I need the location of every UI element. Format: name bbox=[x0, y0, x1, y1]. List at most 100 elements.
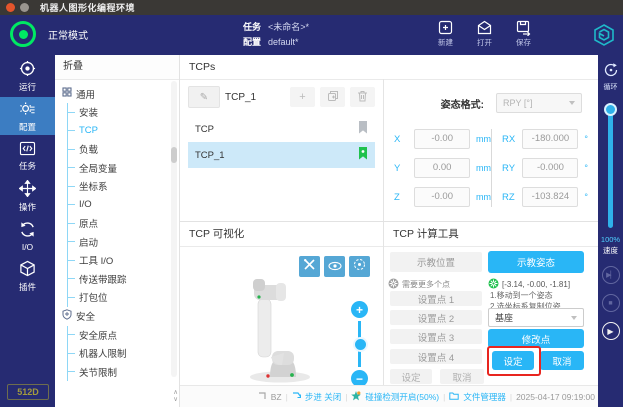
tree-item[interactable]: 启动 bbox=[68, 233, 179, 252]
speed-label: 速度 bbox=[603, 245, 618, 256]
tree-scrollbar-track[interactable] bbox=[171, 81, 177, 377]
new-task-button[interactable]: 新建 bbox=[437, 19, 454, 48]
tree-item[interactable]: 坐标系 bbox=[68, 177, 179, 196]
speed-slider[interactable] bbox=[608, 106, 613, 228]
modify-point-button[interactable]: 修改点 bbox=[488, 329, 584, 348]
confirm-button[interactable]: 设定 bbox=[492, 351, 534, 370]
teach-position-tab[interactable]: 示教位置 bbox=[390, 252, 482, 272]
statusbar: BZ | 步进 关闭 | 碰撞检测开启(50%) | 文件管理器 | 2025-… bbox=[180, 385, 598, 407]
tree-item[interactable]: 安装 bbox=[68, 103, 179, 122]
minimize-icon[interactable] bbox=[20, 3, 29, 12]
loop-toggle[interactable]: 循环 bbox=[603, 62, 619, 92]
sidebar-item-run[interactable]: 运行 bbox=[0, 57, 55, 95]
chevron-down-icon bbox=[571, 316, 577, 320]
loop-label: 循环 bbox=[604, 82, 618, 92]
set-point-3-button[interactable]: 设置点 3 bbox=[390, 329, 482, 344]
rename-button[interactable]: ✎ bbox=[188, 86, 220, 108]
pose-format-label: 姿态格式: bbox=[441, 96, 484, 111]
visualization-viewport[interactable]: + − bbox=[180, 247, 383, 386]
sidebar-item-io[interactable]: I/O bbox=[0, 217, 55, 255]
tree-scrollbar-thumb[interactable] bbox=[171, 147, 177, 163]
set-point-2-button[interactable]: 设置点 2 bbox=[390, 310, 482, 325]
tree-group-row-general[interactable]: 通用 bbox=[62, 84, 179, 103]
frame-dropdown[interactable]: 基座 bbox=[488, 308, 584, 327]
x-field[interactable]: -0.00 bbox=[414, 129, 470, 149]
tree-item[interactable]: 机器人限制 bbox=[68, 344, 179, 363]
step-mode-icon bbox=[292, 392, 301, 402]
y-field[interactable]: 0.00 bbox=[414, 158, 470, 178]
tcp-edit-row: ✎ TCP_1 + bbox=[188, 86, 375, 108]
pose-format-dropdown[interactable]: RPY [°] bbox=[496, 93, 582, 113]
tree-collapse-header[interactable]: 折叠 bbox=[55, 55, 179, 80]
tree-item[interactable]: 传送带跟踪 bbox=[68, 270, 179, 289]
header-actions: 新建 打开 保存 bbox=[437, 19, 532, 48]
speed-value: 100% bbox=[601, 235, 620, 244]
tcp-row-tcp1[interactable]: TCP_1 bbox=[188, 142, 375, 168]
code-icon bbox=[19, 141, 36, 158]
scroll-down-icon[interactable]: ∨ bbox=[173, 397, 178, 403]
calc-content: 示教位置 示教姿态 需要更多个点 [-3.14, -0.00, -1.81] 设… bbox=[384, 247, 598, 386]
save-button[interactable]: 保存 bbox=[515, 19, 532, 48]
zoom-track[interactable] bbox=[358, 321, 361, 367]
io-cycle-icon bbox=[19, 221, 36, 240]
zoom-handle[interactable] bbox=[353, 337, 368, 352]
tcp-name-field[interactable]: TCP_1 bbox=[225, 92, 285, 103]
calc-panel-title: TCP 计算工具 bbox=[384, 222, 598, 247]
rx-field[interactable]: -180.000 bbox=[522, 129, 578, 149]
teach-pose-tab[interactable]: 示教姿态 bbox=[488, 251, 584, 273]
set-point-1-button[interactable]: 设置点 1 bbox=[390, 291, 482, 306]
copy-tcp-button[interactable] bbox=[320, 87, 345, 107]
hint-line-1: 1.移动到一个姿态 bbox=[490, 290, 553, 301]
footer-cancel-button[interactable]: 取消 bbox=[440, 369, 484, 384]
close-icon[interactable] bbox=[6, 3, 15, 12]
config-label: 配置 bbox=[243, 37, 261, 47]
collision-detect-status[interactable]: 碰撞检测开启(50%) bbox=[365, 391, 439, 403]
sidebar-item-config[interactable]: 配置 bbox=[0, 97, 55, 135]
tree-item[interactable]: TCP bbox=[68, 122, 179, 141]
right-sidebar: 循环 100% 速度 ▶▏ ■ ▶ bbox=[598, 55, 623, 407]
tree-group-row-safety[interactable]: 安全 bbox=[62, 307, 179, 326]
bookmark-icon bbox=[358, 121, 368, 137]
tree-item[interactable]: 打包位 bbox=[68, 288, 179, 307]
add-tcp-button[interactable]: + bbox=[290, 87, 315, 107]
play-button[interactable]: ▶ bbox=[602, 322, 620, 340]
loop-icon bbox=[603, 62, 619, 80]
sidebar-item-plugin[interactable]: 插件 bbox=[0, 257, 55, 295]
tree-item[interactable]: 原点 bbox=[68, 214, 179, 233]
stop-button[interactable]: ■ bbox=[602, 294, 620, 312]
coord-row-ry: RY -0.000 ° bbox=[502, 158, 588, 178]
tree-item[interactable]: 工具 I/O bbox=[68, 251, 179, 270]
mode-indicator: 正常模式 bbox=[10, 21, 88, 47]
copy-icon bbox=[327, 90, 339, 105]
tree-item[interactable]: 负载 bbox=[68, 140, 179, 159]
tree-item[interactable]: I/O bbox=[68, 196, 179, 215]
speed-slider-handle[interactable] bbox=[604, 103, 617, 116]
move-arrows-icon bbox=[19, 180, 36, 199]
z-field[interactable]: -0.00 bbox=[414, 187, 470, 207]
delete-tcp-button[interactable] bbox=[350, 87, 375, 107]
mode-label: 正常模式 bbox=[48, 27, 88, 42]
reset-view-button[interactable] bbox=[349, 256, 370, 277]
cancel-button[interactable]: 取消 bbox=[540, 351, 584, 370]
step-mode-status[interactable]: 步进 关闭 bbox=[305, 391, 341, 403]
tree-item[interactable]: 关节限制 bbox=[68, 363, 179, 382]
zoom-in-button[interactable]: + bbox=[351, 301, 368, 318]
rz-field[interactable]: -103.824 bbox=[522, 187, 578, 207]
sidebar-item-operate[interactable]: 操作 bbox=[0, 177, 55, 215]
footer-confirm-button[interactable]: 设定 bbox=[390, 369, 432, 384]
step-next-button[interactable]: ▶▏ bbox=[602, 266, 620, 284]
set-point-4-button[interactable]: 设置点 4 bbox=[390, 349, 482, 364]
tree-item[interactable]: 全局变量 bbox=[68, 159, 179, 178]
tree-item[interactable]: 安全原点 bbox=[68, 326, 179, 345]
gear-icon bbox=[19, 100, 36, 119]
ry-field[interactable]: -0.000 bbox=[522, 158, 578, 178]
tree-scroll-arrows: ∧ ∨ bbox=[173, 390, 178, 403]
tcp-row-tcp[interactable]: TCP bbox=[188, 116, 375, 142]
window-title: 机器人图形化编程环境 bbox=[40, 1, 135, 14]
clock-timestamp: 2025-04-17 09:19:00 bbox=[516, 392, 595, 402]
sidebar-item-task[interactable]: 任务 bbox=[0, 137, 55, 175]
grid-icon bbox=[62, 87, 72, 100]
file-manager-link[interactable]: 文件管理器 bbox=[463, 391, 506, 403]
version-badge: 512D bbox=[7, 384, 49, 400]
open-task-button[interactable]: 打开 bbox=[476, 19, 493, 48]
